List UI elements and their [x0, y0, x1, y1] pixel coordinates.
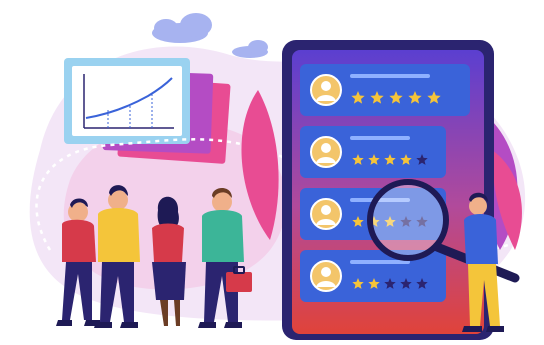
rating-illustration [29, 13, 526, 340]
review-card[interactable] [300, 64, 470, 116]
review-card[interactable] [300, 250, 446, 302]
user-avatar-icon [310, 198, 342, 230]
review-text-line [350, 260, 410, 264]
user-avatar-icon [310, 260, 342, 292]
review-card[interactable] [300, 126, 446, 178]
review-text-line [350, 74, 430, 78]
review-text-line [350, 136, 410, 140]
user-avatar-icon [310, 136, 342, 168]
cloud-icon [232, 40, 268, 58]
user-avatar-icon [310, 74, 342, 106]
cloud-icon [152, 13, 212, 43]
